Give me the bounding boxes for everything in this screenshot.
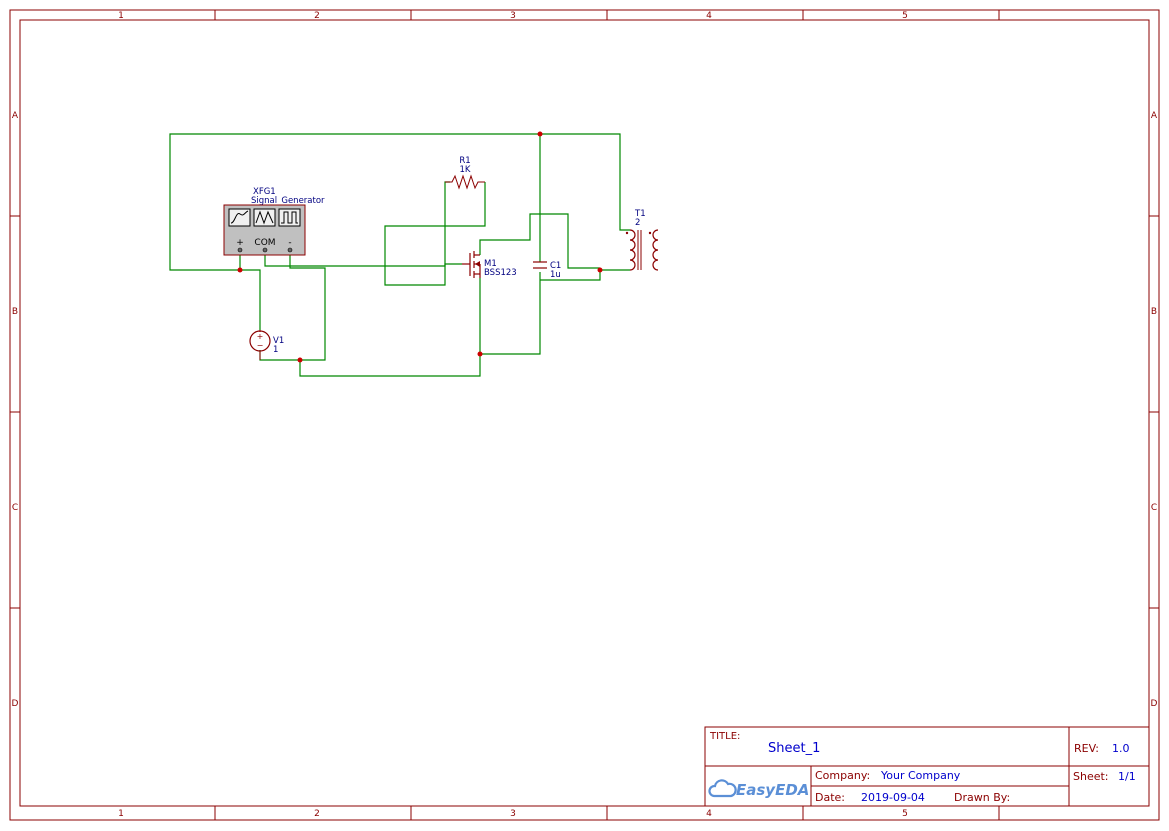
schematic-sheet: 1 2 3 4 5 1 2 3 4 5 A B C D A B C D XFG1… (0, 0, 1169, 827)
drawn-by-label: Drawn By: (954, 791, 1010, 804)
row-label-left-b: B (12, 307, 18, 317)
r1-value: 1K (460, 165, 471, 175)
v1-minus-icon: − (257, 341, 264, 350)
date-label: Date: (815, 791, 845, 804)
col-label-top-5: 5 (902, 11, 908, 21)
rev-label: REV: (1074, 742, 1099, 755)
t1-value: 2 (635, 218, 640, 228)
schematic-canvas: 1 2 3 4 5 1 2 3 4 5 A B C D A B C D XFG1… (9, 9, 1160, 821)
col-label-bottom-2: 2 (314, 809, 320, 819)
resistor-zigzag (445, 174, 485, 190)
col-label-top-2: 2 (314, 11, 320, 21)
triangle-wave-icon (253, 208, 276, 227)
easyeda-logo: EasyEDA (708, 779, 809, 799)
sheet-label: Sheet: (1073, 770, 1109, 783)
col-label-bottom-1: 1 (118, 809, 124, 819)
row-label-right-b: B (1151, 307, 1157, 317)
m1-value: BSS123 (484, 268, 517, 278)
col-label-top-4: 4 (706, 11, 712, 21)
signal-generator-xfg1[interactable]: XFG1 Signal_Generator + COM - (223, 187, 325, 256)
company-value: Your Company (880, 769, 961, 782)
logo-text: EasyEDA (736, 781, 809, 799)
rev-value: 1.0 (1112, 742, 1130, 755)
wire-cap-bottom (480, 272, 541, 355)
row-label-right-d: D (1151, 699, 1158, 709)
col-label-bottom-5: 5 (902, 809, 908, 819)
row-label-right-c: C (1151, 503, 1157, 513)
row-label-right-a: A (1151, 111, 1158, 121)
junction-dot (477, 351, 483, 357)
junction-dot (297, 357, 303, 363)
wire-gen-plus (239, 254, 261, 330)
capacitor-c1[interactable] (533, 261, 547, 269)
date-value: 2019-09-04 (861, 791, 925, 804)
resistor-r1[interactable]: R1 1K (445, 156, 485, 190)
col-label-bottom-3: 3 (510, 809, 516, 819)
col-label-top-1: 1 (118, 11, 124, 21)
cloud-icon (708, 779, 737, 798)
row-label-left-d: D (12, 699, 19, 709)
xfg1-minus-label: - (288, 238, 291, 248)
row-label-left-c: C (12, 503, 18, 513)
row-label-left-a: A (12, 111, 19, 121)
junction-dot (597, 267, 603, 273)
xfg1-com-label: COM (254, 238, 275, 248)
mosfet-arrow-icon (475, 261, 480, 267)
c1-value: 1u (550, 270, 561, 280)
junction-dot (537, 131, 543, 137)
xfg1-pin-minus[interactable] (287, 247, 293, 253)
primary-coil (629, 229, 636, 271)
col-label-top-3: 3 (510, 11, 516, 21)
col-label-bottom-4: 4 (706, 809, 712, 819)
company-label: Company: (815, 769, 870, 782)
title-value: Sheet_1 (768, 741, 820, 756)
v1-value: 1 (273, 345, 278, 355)
xfg1-pin-com[interactable] (262, 247, 268, 253)
v1-plus-icon: + (257, 332, 264, 341)
mosfet-m1[interactable] (462, 251, 481, 278)
junction-dot (237, 267, 243, 273)
voltage-source-v1[interactable]: + − V1 1 (249, 330, 284, 360)
wire-source (299, 278, 481, 377)
title-label: TITLE: (709, 731, 740, 742)
transformer-t1[interactable]: T1 2 (625, 209, 659, 271)
sheet-frame (9, 9, 1160, 821)
xfg1-pin-plus[interactable] (237, 247, 243, 253)
xfg1-plus-label: + (236, 238, 244, 248)
secondary-coil (652, 229, 659, 271)
sheet-value: 1/1 (1118, 770, 1136, 783)
